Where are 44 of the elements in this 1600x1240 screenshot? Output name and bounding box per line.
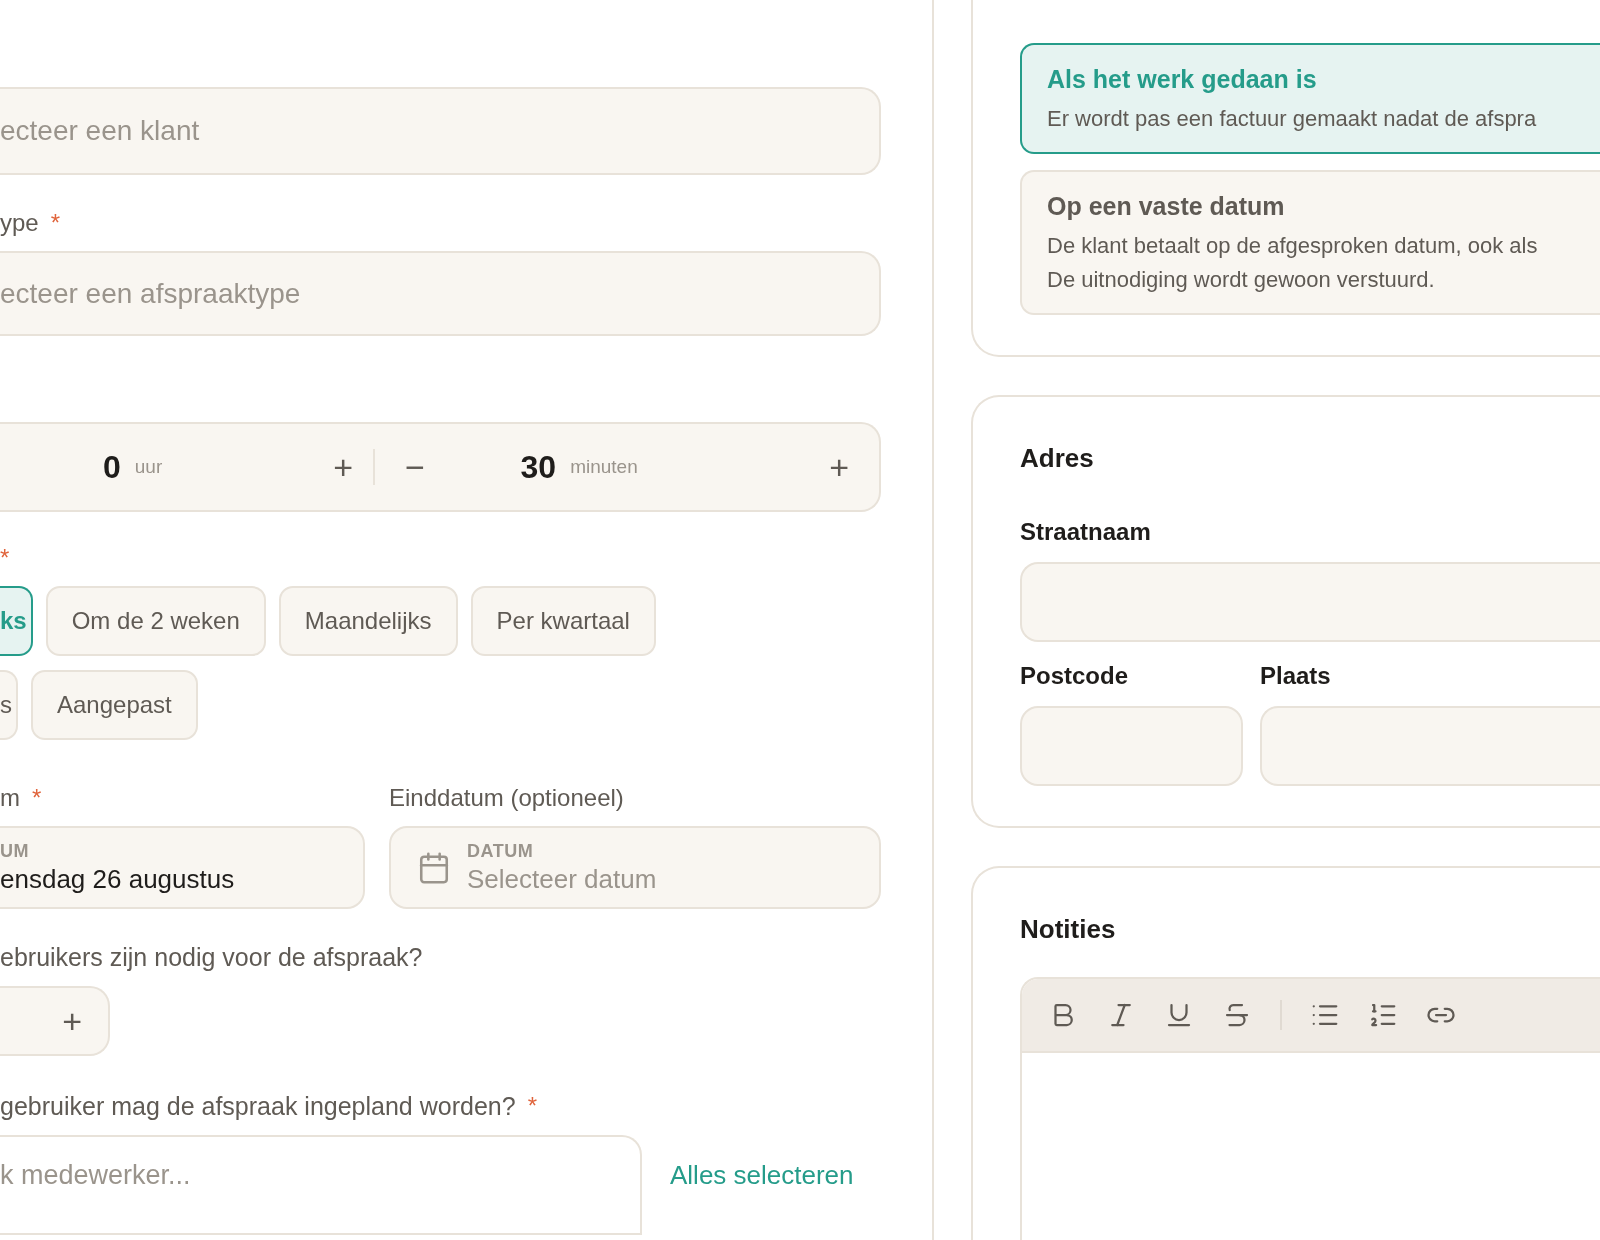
minutes-unit: minuten xyxy=(570,456,638,478)
select-all-link[interactable]: Alles selecteren xyxy=(670,1159,854,1211)
required-mark: * xyxy=(527,1092,537,1121)
option-title: Op een vaste datum xyxy=(1047,192,1286,221)
increment-button[interactable]: + xyxy=(62,1004,82,1038)
required-mark: * xyxy=(32,784,42,812)
city-input[interactable] xyxy=(1260,706,1600,786)
increment-button[interactable]: + xyxy=(333,450,353,484)
required-mark: * xyxy=(50,209,61,237)
field-label: Straatnaam xyxy=(1020,518,1152,546)
option-description: Er wordt pas een factuur gemaakt nadat de afspra xyxy=(1047,106,1538,132)
question-label: ebruikers zijn nodig voor de afspraak? xyxy=(0,943,423,972)
frequency-chip[interactable]: Per kwartaal xyxy=(470,586,656,656)
section-title: Notities xyxy=(1020,914,1117,945)
decrement-button[interactable]: − xyxy=(405,450,425,484)
field-label: Einddatum (optioneel) xyxy=(389,784,624,812)
field-label: ype xyxy=(0,209,39,237)
field-caption: UM xyxy=(0,840,30,862)
frequency-chip[interactable]: Aangepast xyxy=(31,670,198,740)
street-input[interactable] xyxy=(1020,562,1600,642)
frequency-chip[interactable]: s xyxy=(0,670,18,740)
option-description: De uitnodiging wordt gewoon verstuurd. xyxy=(1047,267,1436,293)
start-date-field[interactable]: UM ensdag 26 augustus xyxy=(0,826,365,909)
invoice-option[interactable]: Als het werk gedaan is Er wordt pas een factuur gemaakt nadat de afspra xyxy=(1020,43,1600,154)
date-value: ensdag 26 augustus xyxy=(0,863,235,895)
frequency-chip[interactable]: Om de 2 weken xyxy=(45,586,266,656)
field-label: m xyxy=(0,784,20,812)
hours-value: 0 xyxy=(103,448,121,486)
option-title: Als het werk gedaan is xyxy=(1047,65,1318,94)
increment-button[interactable]: + xyxy=(829,450,849,484)
option-description: De klant betaalt op de afgesproken datum, ook als xyxy=(1047,233,1539,259)
field-label: Postcode xyxy=(1020,662,1130,690)
date-placeholder: Selecteer datum xyxy=(467,863,657,895)
question-label: gebruiker mag de afspraak ingepland worden? xyxy=(0,1092,516,1121)
minutes-value: 30 xyxy=(520,448,557,486)
hours-unit: uur xyxy=(134,456,163,478)
calendar-icon xyxy=(417,850,451,885)
field-caption: DATUM xyxy=(467,840,535,862)
invoice-option[interactable]: Op een vaste datum De klant betaalt op de afgesproken datum, ook als De uitnodiging wordt gewoon verstuurd. xyxy=(1020,170,1600,315)
required-mark: * xyxy=(0,544,10,572)
frequency-chip[interactable]: Maandelijks xyxy=(278,586,458,656)
section-title: Adres xyxy=(1020,443,1095,474)
field-label: Plaats xyxy=(1260,662,1332,690)
postcode-input[interactable] xyxy=(1020,706,1243,786)
